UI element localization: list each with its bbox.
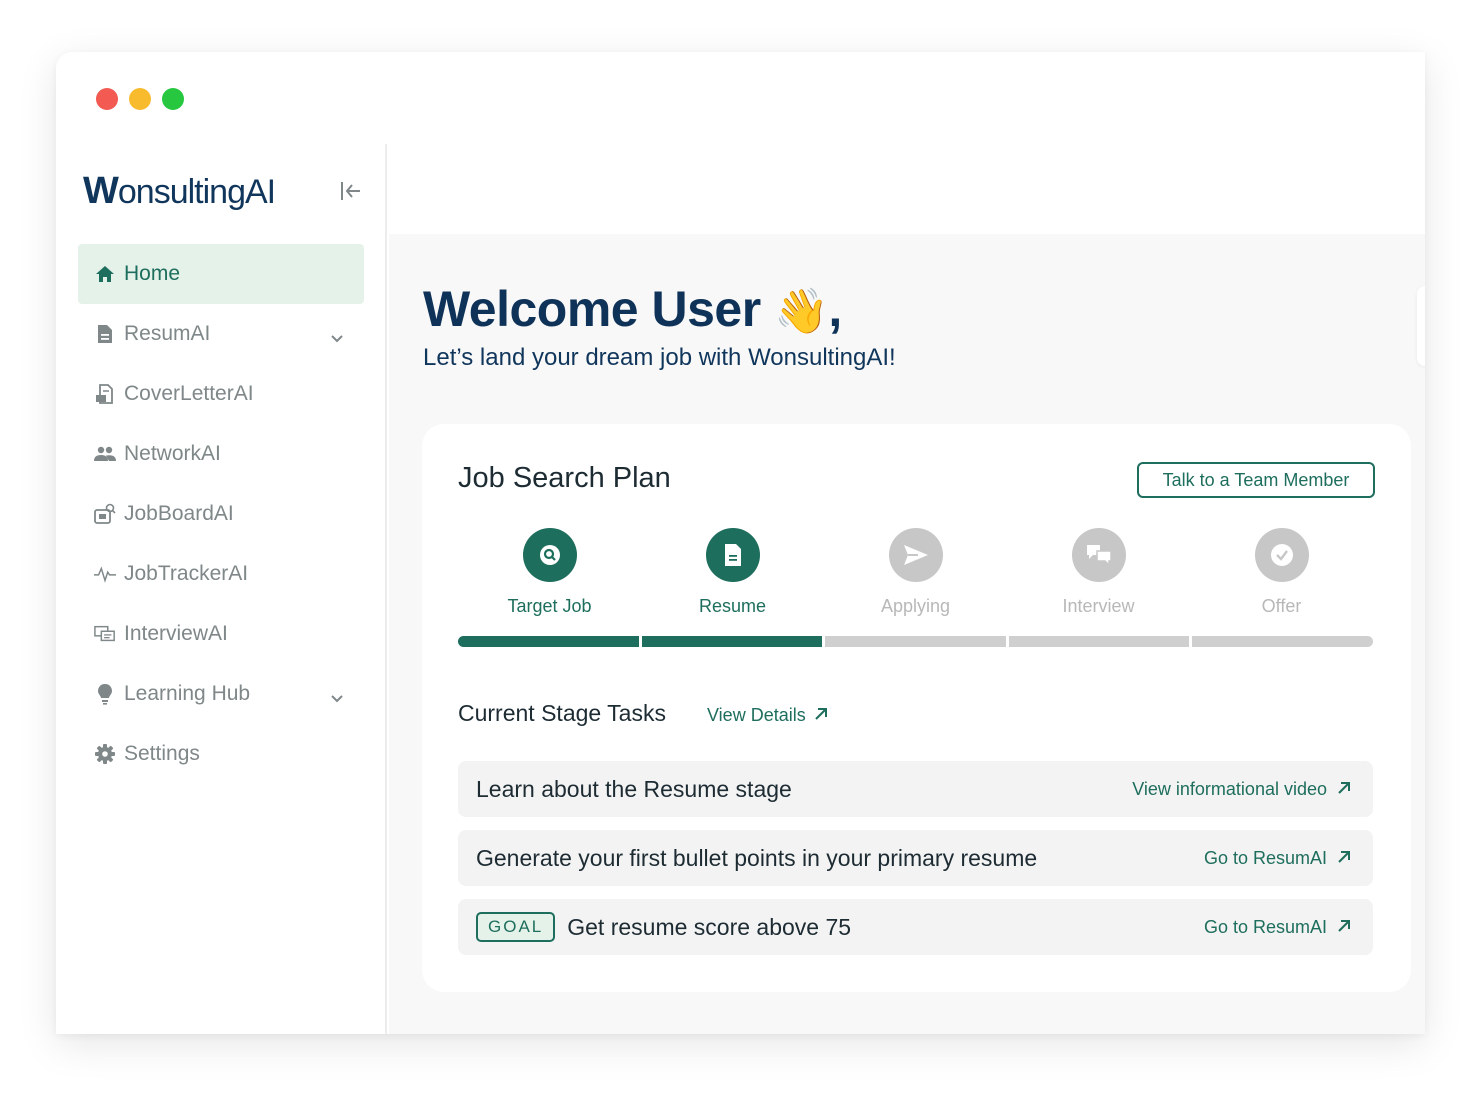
sidebar-item-settings[interactable]: Settings (78, 724, 364, 784)
page-subtitle: Let’s land your dream job with Wonsultin… (423, 344, 896, 371)
step-interview[interactable]: Interview (1007, 528, 1190, 617)
app-window: WonsultingAI Home ResumAI CoverLetterAI … (56, 52, 1425, 1034)
sidebar-item-label: Learning Hub (124, 682, 251, 705)
stage-stepper: Target Job Resume Applying Interview Off… (458, 528, 1373, 628)
sidebar-item-home[interactable]: Home (78, 244, 364, 304)
sidebar-item-networkai[interactable]: NetworkAI (78, 424, 364, 484)
window-controls (96, 88, 184, 110)
sidebar: WonsultingAI Home ResumAI CoverLetterAI … (56, 144, 387, 1034)
progress-segment (641, 636, 823, 647)
sidebar-item-learning-hub[interactable]: Learning Hub (78, 664, 364, 724)
sidebar-item-coverletterai[interactable]: CoverLetterAI (78, 364, 364, 424)
badge-check-icon (1254, 528, 1309, 582)
sidebar-item-label: JobBoardAI (124, 502, 234, 525)
task-row: Generate your first bullet points in you… (458, 830, 1373, 886)
sidebar-item-label: Settings (124, 742, 200, 765)
sidebar-nav: Home ResumAI CoverLetterAI NetworkAI Job… (78, 244, 364, 784)
current-stage-title: Current Stage Tasks (458, 700, 666, 726)
step-label: Resume (698, 596, 767, 616)
page-title: Welcome User 👋, (423, 281, 842, 337)
home-icon (94, 263, 116, 285)
card-title: Job Search Plan (458, 462, 671, 494)
task-link-label: View informational video (1132, 778, 1327, 799)
task-link-label: Go to ResumAI (1203, 847, 1327, 868)
step-label: Offer (1261, 596, 1302, 616)
step-resume[interactable]: Resume (641, 528, 824, 617)
step-applying[interactable]: Applying (824, 528, 1007, 617)
lightbulb-icon (94, 683, 116, 705)
step-label: Applying (880, 596, 951, 616)
sidebar-item-label: NetworkAI (124, 442, 221, 465)
chevron-down-icon[interactable] (330, 326, 344, 350)
task-row: GOAL Get resume score above 75 Go to Res… (458, 899, 1373, 955)
wave-icon: 👋 (774, 287, 829, 336)
step-label: Interview (1062, 596, 1135, 616)
progress-segment (825, 636, 1006, 647)
progress-segment (1192, 636, 1373, 647)
minimize-window-button[interactable] (129, 88, 151, 110)
view-details-label: View Details (707, 705, 806, 725)
document-icon (94, 323, 116, 345)
stage-progress-bar (458, 636, 1373, 647)
side-panel-tab[interactable] (1417, 286, 1425, 366)
sidebar-item-jobboardai[interactable]: JobBoardAI (78, 484, 364, 544)
send-icon (888, 528, 943, 582)
job-board-icon (94, 503, 116, 525)
view-details-link[interactable]: View Details (707, 705, 828, 726)
sidebar-item-label: InterviewAI (124, 622, 228, 645)
collapse-left-icon[interactable] (338, 178, 364, 204)
main-content: Welcome User 👋, Let’s land your dream jo… (389, 234, 1425, 1034)
step-label: Target Job (507, 596, 592, 616)
job-search-plan-card: Job Search Plan Talk to a Team Member Ta… (422, 424, 1411, 992)
chevron-down-icon[interactable] (330, 686, 344, 710)
external-arrow-icon (1337, 848, 1351, 869)
step-offer[interactable]: Offer (1190, 528, 1373, 617)
pulse-icon (94, 563, 116, 585)
external-arrow-icon (1337, 779, 1351, 800)
close-window-button[interactable] (96, 88, 118, 110)
progress-segment (458, 636, 639, 647)
task-link[interactable]: View informational video (1132, 779, 1351, 800)
external-arrow-icon (814, 705, 828, 726)
sidebar-item-resumai[interactable]: ResumAI (78, 304, 364, 364)
external-arrow-icon (1337, 917, 1351, 938)
search-icon (522, 528, 577, 582)
task-link[interactable]: Go to ResumAI (1204, 917, 1351, 938)
task-text: Learn about the Resume stage (476, 775, 792, 802)
task-row: Learn about the Resume stage View inform… (458, 761, 1373, 817)
sidebar-item-interviewai[interactable]: InterviewAI (78, 604, 364, 664)
progress-segment (1008, 636, 1190, 647)
chat-icon (94, 623, 116, 645)
sidebar-item-label: CoverLetterAI (124, 382, 254, 405)
sidebar-item-label: ResumAI (124, 322, 211, 345)
cover-letter-icon (94, 383, 116, 405)
chat-icon (1071, 528, 1126, 582)
document-icon (705, 528, 760, 582)
goal-badge: GOAL (476, 912, 556, 942)
task-link[interactable]: Go to ResumAI (1204, 848, 1351, 869)
sidebar-item-jobtrackerai[interactable]: JobTrackerAI (78, 544, 364, 604)
sidebar-item-label: JobTrackerAI (124, 562, 249, 585)
task-link-label: Go to ResumAI (1203, 916, 1327, 937)
people-icon (94, 443, 116, 465)
sidebar-item-label: Home (124, 262, 181, 285)
gear-icon (94, 743, 116, 765)
top-bar (389, 144, 1425, 234)
task-text: Get resume score above 75 (567, 913, 852, 940)
maximize-window-button[interactable] (162, 88, 184, 110)
talk-to-team-member-button[interactable]: Talk to a Team Member (1137, 462, 1375, 498)
app-logo[interactable]: WonsultingAI (83, 170, 276, 213)
task-text: Generate your first bullet points in you… (476, 844, 1038, 871)
step-target-job[interactable]: Target Job (458, 528, 641, 617)
